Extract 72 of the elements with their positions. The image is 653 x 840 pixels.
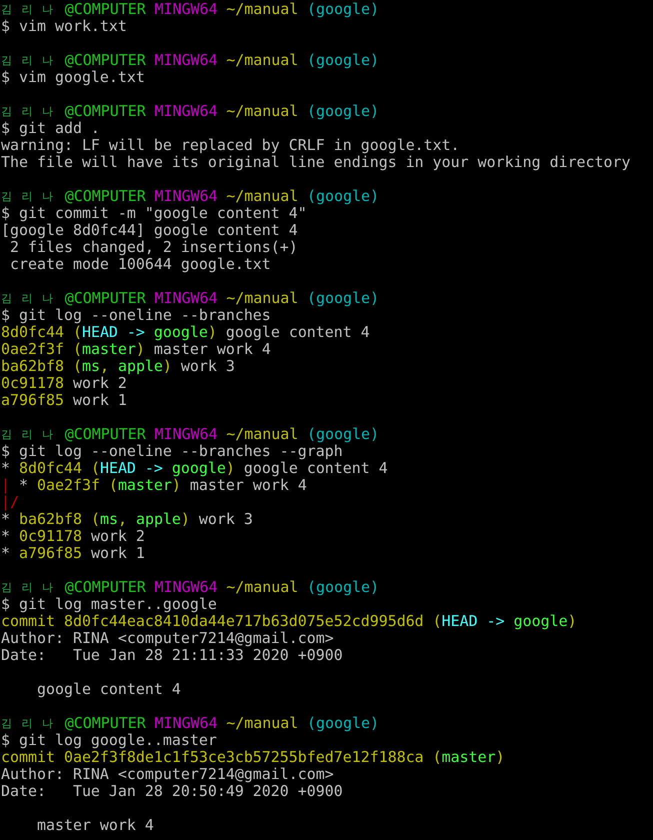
output-line: 8d0fc44 (HEAD -> google) google content 4 xyxy=(1,324,370,341)
system-name: MINGW64 xyxy=(154,290,218,307)
host-name: @COMPUTER xyxy=(64,103,146,120)
user-name: 김 리 나 xyxy=(1,291,56,307)
branch-name: (google) xyxy=(307,52,379,69)
command-line: $ vim google.txt xyxy=(1,69,145,86)
system-name: MINGW64 xyxy=(154,426,218,443)
output-line: * 8d0fc44 (HEAD -> google) google content 4 xyxy=(1,460,388,477)
commit-message: google content 4 xyxy=(36,681,181,698)
output-line: The file will have its original line endings in your working directory xyxy=(1,154,631,171)
current-path: ~/manual xyxy=(226,426,298,443)
command-line: $ vim work.txt xyxy=(1,18,127,35)
command-line: $ git log google..master xyxy=(1,732,217,749)
branch-name: (google) xyxy=(307,290,379,307)
command-line: $ git log --oneline --branches --graph xyxy=(1,443,343,460)
branch-name: (google) xyxy=(307,103,379,120)
branch-name: (google) xyxy=(307,579,379,596)
output-line: Author: RINA <computer7214@gmail.com> xyxy=(1,630,334,647)
user-name: 김 리 나 xyxy=(1,189,56,205)
user-name: 김 리 나 xyxy=(1,2,56,18)
commit-message: master work 4 xyxy=(36,817,154,834)
system-name: MINGW64 xyxy=(154,52,218,69)
output-line: Date: Tue Jan 28 21:11:33 2020 +0900 xyxy=(1,647,343,664)
output-line: a796f85 work 1 xyxy=(1,392,127,409)
output-line: | * 0ae2f3f (master) master work 4 xyxy=(1,477,307,494)
output-line: 0c91178 work 2 xyxy=(1,375,127,392)
output-line: [google 8d0fc44] google content 4 xyxy=(1,222,298,239)
command-line: $ git commit -m "google content 4" xyxy=(1,205,307,222)
host-name: @COMPUTER xyxy=(64,579,146,596)
output-line: 2 files changed, 2 insertions(+) xyxy=(10,239,298,256)
current-path: ~/manual xyxy=(226,188,298,205)
command-line: $ git log --oneline --branches xyxy=(1,307,271,324)
output-line: Date: Tue Jan 28 20:50:49 2020 +0900 xyxy=(1,783,343,800)
current-path: ~/manual xyxy=(226,579,298,596)
current-path: ~/manual xyxy=(226,103,298,120)
user-name: 김 리 나 xyxy=(1,716,56,732)
branch-name: (google) xyxy=(307,715,379,732)
current-path: ~/manual xyxy=(226,52,298,69)
output-line: ba62bf8 (ms, apple) work 3 xyxy=(1,358,235,375)
user-name: 김 리 나 xyxy=(1,104,56,120)
current-path: ~/manual xyxy=(226,290,298,307)
host-name: @COMPUTER xyxy=(64,715,146,732)
branch-name: (google) xyxy=(307,188,379,205)
host-name: @COMPUTER xyxy=(64,1,146,18)
output-line: * ba62bf8 (ms, apple) work 3 xyxy=(1,511,253,528)
output-line: warning: LF will be replaced by CRLF in google.txt. xyxy=(1,137,460,154)
user-name: 김 리 나 xyxy=(1,580,56,596)
system-name: MINGW64 xyxy=(154,579,218,596)
current-path: ~/manual xyxy=(226,715,298,732)
command-line: $ git add . xyxy=(1,120,100,137)
output-line: * 0c91178 work 2 xyxy=(1,528,145,545)
output-line: commit 0ae2f3f8de1c1f53ce3cb57255bfed7e12f188ca (master) xyxy=(1,749,505,766)
user-name: 김 리 나 xyxy=(1,427,56,443)
system-name: MINGW64 xyxy=(154,103,218,120)
output-line: commit 8d0fc44eac8410da44e717b63d075e52cd995d6d (HEAD -> google) xyxy=(1,613,577,630)
branch-name: (google) xyxy=(307,426,379,443)
user-name: 김 리 나 xyxy=(1,53,56,69)
host-name: @COMPUTER xyxy=(64,188,146,205)
output-line: |/ xyxy=(1,494,19,511)
output-line: 0ae2f3f (master) master work 4 xyxy=(1,341,271,358)
host-name: @COMPUTER xyxy=(64,52,146,69)
system-name: MINGW64 xyxy=(154,188,218,205)
host-name: @COMPUTER xyxy=(64,290,146,307)
system-name: MINGW64 xyxy=(154,1,218,18)
command-line: $ git log master..google xyxy=(1,596,217,613)
output-line: create mode 100644 google.txt xyxy=(8,256,271,273)
current-path: ~/manual xyxy=(226,1,298,18)
host-name: @COMPUTER xyxy=(64,426,146,443)
branch-name: (google) xyxy=(307,1,379,18)
system-name: MINGW64 xyxy=(154,715,218,732)
output-line: Author: RINA <computer7214@gmail.com> xyxy=(1,766,334,783)
output-line: * a796f85 work 1 xyxy=(1,545,145,562)
